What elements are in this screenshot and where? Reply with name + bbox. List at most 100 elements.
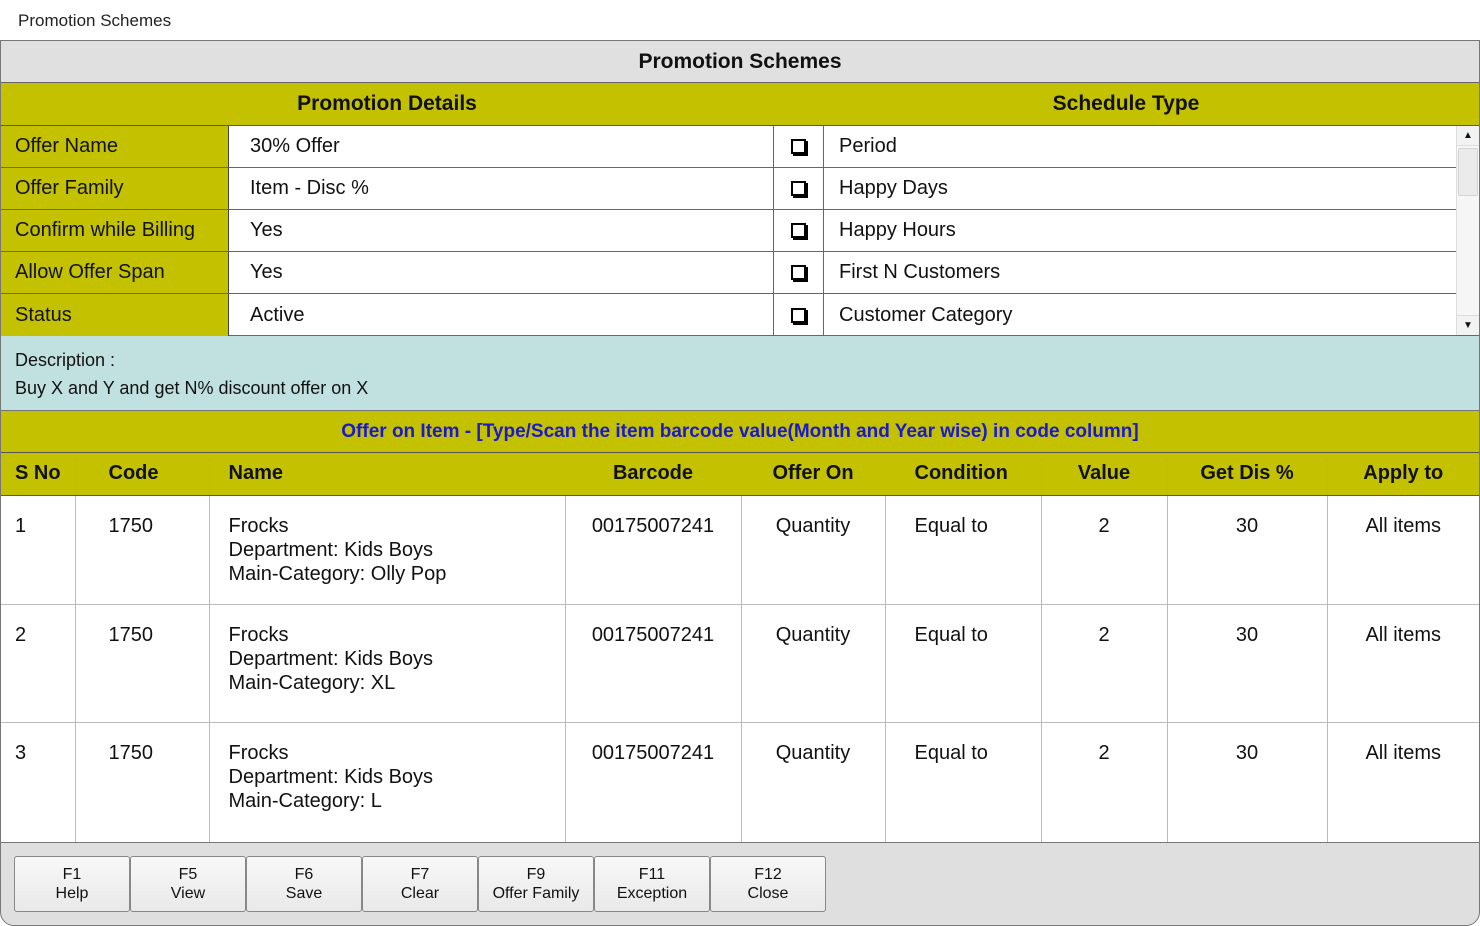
schedule-label: Happy Hours (839, 219, 956, 241)
fkey-code: F6 (294, 866, 314, 883)
fkey-label: Help (55, 885, 89, 902)
status-field[interactable]: Active (229, 294, 773, 336)
happy-hours-checkbox[interactable] (791, 223, 806, 238)
column-header-name: Name (209, 453, 566, 496)
cell-offer-on[interactable]: Quantity (741, 495, 886, 605)
period-checkbox[interactable] (791, 139, 806, 154)
cell-barcode: 00175007241 (565, 604, 742, 723)
exception-button[interactable]: F11 Exception (594, 856, 710, 912)
close-button[interactable]: F12 Close (710, 856, 826, 912)
cell-name: Frocks Department: Kids Boys Main-Catego… (209, 495, 566, 605)
description-label: Description : (15, 350, 116, 370)
schedule-item-happy-days: Happy Days (774, 168, 1456, 210)
scroll-down-arrow-icon[interactable]: ▼ (1457, 315, 1479, 335)
fkey-label: View (170, 885, 206, 902)
table-row[interactable]: 2 1750 Frocks Department: Kids Boys Main… (1, 604, 1479, 723)
promotion-details-heading: Promotion Details (297, 92, 477, 115)
description-text: Buy X and Y and get N% discount offer on… (15, 378, 369, 398)
detail-label: Offer Family (1, 168, 229, 209)
column-header-get-dis: Get Dis % (1167, 453, 1328, 496)
cell-name: Frocks Department: Kids Boys Main-Catego… (209, 604, 566, 723)
customer-category-checkbox[interactable] (791, 307, 806, 323)
cell-value[interactable]: 2 (1041, 495, 1168, 605)
fkey-label: Save (285, 885, 323, 902)
schedule-label: First N Customers (839, 261, 1001, 283)
offer-family-field[interactable]: Item - Disc % (229, 168, 773, 209)
promotion-schemes-window: Promotion Schemes Promotion Details Sche… (0, 40, 1480, 926)
table-header-row: S No Code Name Barcode Offer On Conditio… (1, 453, 1479, 496)
clear-button[interactable]: F7 Clear (362, 856, 478, 912)
offer-name-field[interactable]: 30% Offer (229, 126, 773, 167)
fkey-label: Offer Family (492, 885, 580, 902)
cell-condition[interactable]: Equal to (885, 604, 1042, 723)
save-button[interactable]: F6 Save (246, 856, 362, 912)
item-department: Department: Kids Boys (228, 538, 434, 561)
cell-barcode: 00175007241 (565, 722, 742, 843)
cell-get-dis[interactable]: 30 (1167, 722, 1328, 843)
page-title: Promotion Schemes (18, 11, 172, 30)
detail-row-status: Status Active (1, 294, 773, 336)
schedule-item-first-n-customers: First N Customers (774, 252, 1456, 294)
scrollbar-thumb[interactable] (1458, 148, 1478, 196)
cell-apply-to[interactable]: All items (1327, 604, 1479, 723)
help-button[interactable]: F1 Help (14, 856, 130, 912)
schedule-item-happy-hours: Happy Hours (774, 210, 1456, 252)
fkey-code: F9 (526, 866, 546, 883)
schedule-item-customer-category: Customer Category (774, 294, 1456, 336)
cell-code[interactable]: 1750 (75, 604, 210, 723)
item-category: Main-Category: L (228, 789, 382, 812)
column-header-code: Code (75, 453, 210, 496)
cell-value[interactable]: 2 (1041, 604, 1168, 723)
first-n-customers-checkbox[interactable] (791, 265, 806, 280)
table-row[interactable]: 1 1750 Frocks Department: Kids Boys Main… (1, 495, 1479, 605)
cell-condition[interactable]: Equal to (885, 722, 1042, 843)
cell-get-dis[interactable]: 30 (1167, 604, 1328, 723)
schedule-label: Customer Category (839, 303, 1013, 326)
offer-items-table: S No Code Name Barcode Offer On Conditio… (1, 453, 1479, 843)
cell-sno: 2 (1, 604, 76, 723)
fkey-label: Exception (616, 885, 688, 902)
fkey-code: F1 (62, 866, 82, 883)
fkey-label: Close (747, 885, 789, 902)
cell-get-dis[interactable]: 30 (1167, 495, 1328, 605)
section-headers: Promotion Details Schedule Type (1, 83, 1479, 126)
schedule-type-panel: Period Happy Days Happy Hours First N Cu… (773, 126, 1479, 336)
column-header-offer-on: Offer On (741, 453, 886, 496)
cell-code[interactable]: 1750 (75, 722, 210, 843)
table-row[interactable]: 3 1750 Frocks Department: Kids Boys Main… (1, 722, 1479, 843)
column-header-apply-to: Apply to (1327, 453, 1479, 496)
cell-value[interactable]: 2 (1041, 722, 1168, 843)
item-category: Main-Category: Olly Pop (228, 562, 447, 585)
offer-family-button[interactable]: F9 Offer Family (478, 856, 594, 912)
cell-apply-to[interactable]: All items (1327, 722, 1479, 843)
schedule-label: Period (839, 135, 897, 157)
fkey-code: F11 (638, 866, 666, 883)
cell-apply-to[interactable]: All items (1327, 495, 1479, 605)
promotion-details-table: Offer Name 30% Offer Offer Family Item -… (1, 126, 773, 336)
offer-on-item-title: Offer on Item - [Type/Scan the item barc… (1, 411, 1479, 453)
column-header-value: Value (1041, 453, 1168, 496)
happy-days-checkbox[interactable] (791, 181, 806, 196)
scroll-up-arrow-icon[interactable]: ▲ (1457, 126, 1479, 146)
window-header: Promotion Schemes (1, 41, 1479, 83)
view-button[interactable]: F5 View (130, 856, 246, 912)
item-name: Frocks (228, 514, 289, 537)
cell-condition[interactable]: Equal to (885, 495, 1042, 605)
cell-sno: 3 (1, 722, 76, 843)
column-header-sno: S No (1, 453, 76, 496)
detail-label: Status (1, 294, 229, 336)
cell-code[interactable]: 1750 (75, 495, 210, 605)
cell-barcode: 00175007241 (565, 495, 742, 605)
item-name: Frocks (228, 741, 289, 764)
fkey-code: F12 (754, 866, 782, 883)
item-department: Department: Kids Boys (228, 765, 434, 788)
cell-offer-on[interactable]: Quantity (741, 604, 886, 723)
cell-offer-on[interactable]: Quantity (741, 722, 886, 843)
schedule-scrollbar[interactable]: ▲ ▼ (1456, 126, 1479, 335)
confirm-while-billing-field[interactable]: Yes (229, 210, 773, 251)
item-name: Frocks (228, 623, 289, 646)
detail-row-offer-family: Offer Family Item - Disc % (1, 168, 773, 210)
fkey-code: F5 (178, 866, 198, 883)
fkey-code: F7 (410, 866, 430, 883)
allow-offer-span-field[interactable]: Yes (229, 252, 773, 293)
